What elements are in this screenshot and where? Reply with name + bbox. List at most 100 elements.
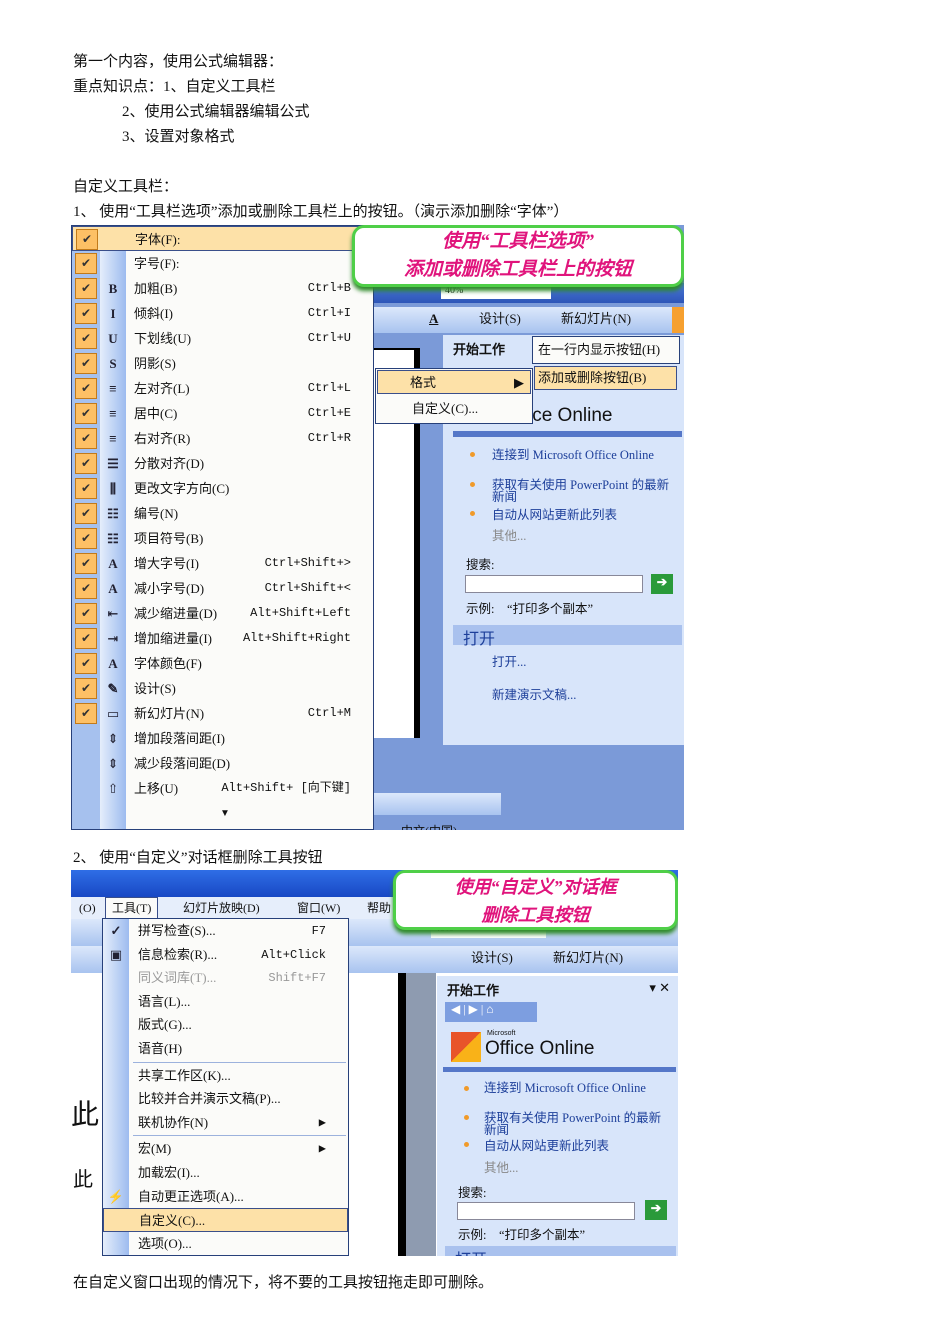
zoom-box[interactable]: 40% [441,285,551,299]
menu-item[interactable]: 加载宏(I)... [103,1161,348,1185]
search-go-button[interactable]: ➔ [651,574,673,594]
menubar-item[interactable]: 工具(T) [105,897,159,919]
menu-item[interactable]: ✔ I 倾斜(I) Ctrl+I [72,301,373,326]
menu-item-label: 下划线(U) [134,331,192,346]
menu-item-customize[interactable]: 自定义(C)... [412,397,478,421]
menu-item[interactable]: ✔ A 减小字号(D) Ctrl+Shift+< [72,576,373,601]
menu-item[interactable]: 联机协作(N) ▶ [103,1111,348,1135]
section-heading: 自定义工具栏： [73,179,179,195]
link-more[interactable]: 其他... [492,530,526,543]
design-button[interactable]: 设计(S) [479,307,521,331]
menubar-item[interactable]: 幻灯片放映(D) [177,897,266,919]
menu-item-label: 增大字号(I) [134,556,199,571]
check-icon: ✔ [75,528,97,549]
menubar-item[interactable]: (O) [73,897,102,919]
menu-item[interactable]: ✔ ☰ 分散对齐(D) [72,451,373,476]
menu-item[interactable]: ✔ 字号(F): [72,251,373,276]
link-more[interactable]: 其他... [484,1162,518,1175]
menu-item-label: 减少段落间距(D) [134,756,231,771]
menu-item-label: 选项(O)... [138,1235,192,1251]
check-icon: ✔ [75,403,97,424]
menu-item[interactable]: ✓ 拼写检查(S)... F7 [103,919,348,943]
menu-item[interactable]: ⇕ 减少段落间距(D) [72,751,373,776]
menu-item[interactable]: ✔ A 增大字号(I) Ctrl+Shift+> [72,551,373,576]
menu-item[interactable]: ▣ 信息检索(R)... Alt+Click [103,943,348,967]
menu-item[interactable]: 同义词库(T)... Shift+F7 [103,966,348,990]
menu-item[interactable]: ✔ ▭ 新幻灯片(N) Ctrl+M [72,701,373,726]
link-new-presentation[interactable]: 新建演示文稿... [492,689,576,702]
menu-item[interactable]: 自定义(C)... [103,1208,348,1233]
menu-item-label: 阴影(S) [134,356,176,371]
menu-item[interactable]: ✔ ⇤ 减少缩进量(D) Alt+Shift+Left [72,601,373,626]
new-slide-button[interactable]: 新幻灯片(N) [553,946,623,970]
menu-item[interactable]: 语音(H) [103,1037,348,1061]
menu-item[interactable]: ✔ B 加粗(B) Ctrl+B [72,276,373,301]
menu-show-one-row[interactable]: 在一行内显示按钮(H) [532,336,680,364]
menu-item[interactable]: ⇕ 增加段落间距(I) [72,726,373,751]
search-go-button[interactable]: ➔ [645,1200,667,1220]
link-connect[interactable]: 连接到 Microsoft Office Online [492,449,672,462]
expand-menu-chevron-icon[interactable]: ▼ [220,808,230,819]
menu-item-shortcut: Alt+Shift+Left [250,606,351,620]
button-icon: S [109,356,117,371]
format-buttons-menu: ✔ 字体(F): ✔ 字号(F): ✔ B 加粗(B) Ctrl+B ✔ I 倾斜(I) Ctrl+I… [71,225,374,830]
button-icon: ⇕ [107,731,119,746]
design-button[interactable]: 设计(S) [471,946,513,970]
link-news[interactable]: 获取有关使用 PowerPoint 的最新新闻 [492,479,672,504]
menu-item[interactable]: ✔ A 字体颜色(F) [72,651,373,676]
doc-line: 重点知识点：1、自定义工具栏 [73,79,276,95]
menu-item-label: 居中(C) [134,406,178,421]
search-input[interactable] [465,575,643,593]
toolbar-options-button[interactable] [672,307,684,333]
button-icon: A [108,656,118,671]
font-color-button[interactable]: A [429,307,438,331]
menu-item[interactable]: ✔ ⇥ 增加缩进量(I) Alt+Shift+Right [72,626,373,651]
menu-item[interactable]: ✔ U 下划线(U) Ctrl+U [72,326,373,351]
menu-item[interactable]: 共享工作区(K)... [103,1064,348,1088]
menu-item[interactable]: ✔ ≡ 居中(C) Ctrl+E [72,401,373,426]
submenu-arrow-icon: ▶ [514,375,524,390]
menu-item[interactable]: ✔ ≡ 右对齐(R) Ctrl+R [72,426,373,451]
menu-item[interactable]: ✔ ☷ 项目符号(B) [72,526,373,551]
menubar-item[interactable]: 窗口(W) [291,897,346,919]
button-icon: ≡ [109,406,117,421]
button-icon: A [108,581,118,596]
menu-item[interactable]: ✔ ≡ 左对齐(L) Ctrl+L [72,376,373,401]
menu-item[interactable]: ⚡ 自动更正选项(A)... [103,1185,348,1209]
menu-item-shortcut: Ctrl+Shift+< [264,581,351,595]
link-connect[interactable]: 连接到 Microsoft Office Online [484,1082,664,1095]
menu-item[interactable]: ✔ ☷ 编号(N) [72,501,373,526]
link-update[interactable]: 自动从网站更新此列表 [484,1140,609,1153]
menu-item[interactable]: ✔ 字体(F): [72,226,373,251]
new-slide-button[interactable]: 新幻灯片(N) [561,307,631,331]
button-icon: ≡ [109,431,117,446]
menu-add-remove-buttons[interactable]: 添加或删除按钮(B) [534,366,677,390]
menu-item-label: 宏(M) [138,1141,172,1157]
menu-item[interactable]: 比较并合并演示文稿(P)... [103,1087,348,1111]
menu-item-shortcut: Ctrl+R [307,431,351,445]
link-open[interactable]: 打开... [492,656,526,669]
button-icon: ☷ [107,531,119,546]
menu-item[interactable]: ✔ ✎ 设计(S) [72,676,373,701]
menu-item-shortcut: ▶ [318,1115,326,1130]
close-icon[interactable]: ▾ ✕ [649,980,670,996]
link-update[interactable]: 自动从网站更新此列表 [492,509,617,522]
menu-item-label: 加粗(B) [134,281,178,296]
search-input[interactable] [457,1202,635,1220]
menu-item[interactable]: 语言(L)... [103,990,348,1014]
check-icon: ✔ [75,678,97,699]
menu-item-label: 倾斜(I) [134,306,173,321]
button-icon: I [110,306,116,321]
menu-item[interactable]: ⇧ 上移(U) Alt+Shift+ [向下键] [72,776,373,801]
menu-item[interactable]: 宏(M) ▶ [103,1137,348,1161]
nav-buttons[interactable]: ◀ | ▶ | ⌂ [445,1002,537,1022]
menu-item-format[interactable]: 格式 ▶ [377,370,531,394]
screenshot-toolbar-options: 40% A 设计(S) 新幻灯片(N) 开始工作 Office Online 连… [71,225,684,830]
menubar-item[interactable]: 帮助 [361,897,397,919]
menu-item[interactable]: 版式(G)... [103,1013,348,1037]
menu-item[interactable]: 选项(O)... [103,1232,348,1256]
menu-item[interactable]: ✔ S 阴影(S) [72,351,373,376]
menu-item[interactable]: ✔ ⫼ 更改文字方向(C) [72,476,373,501]
link-news[interactable]: 获取有关使用 PowerPoint 的最新新闻 [484,1112,664,1137]
callout-toolbar-options: 使用“工具栏选项” 添加或删除工具栏上的按钮 [352,225,684,287]
